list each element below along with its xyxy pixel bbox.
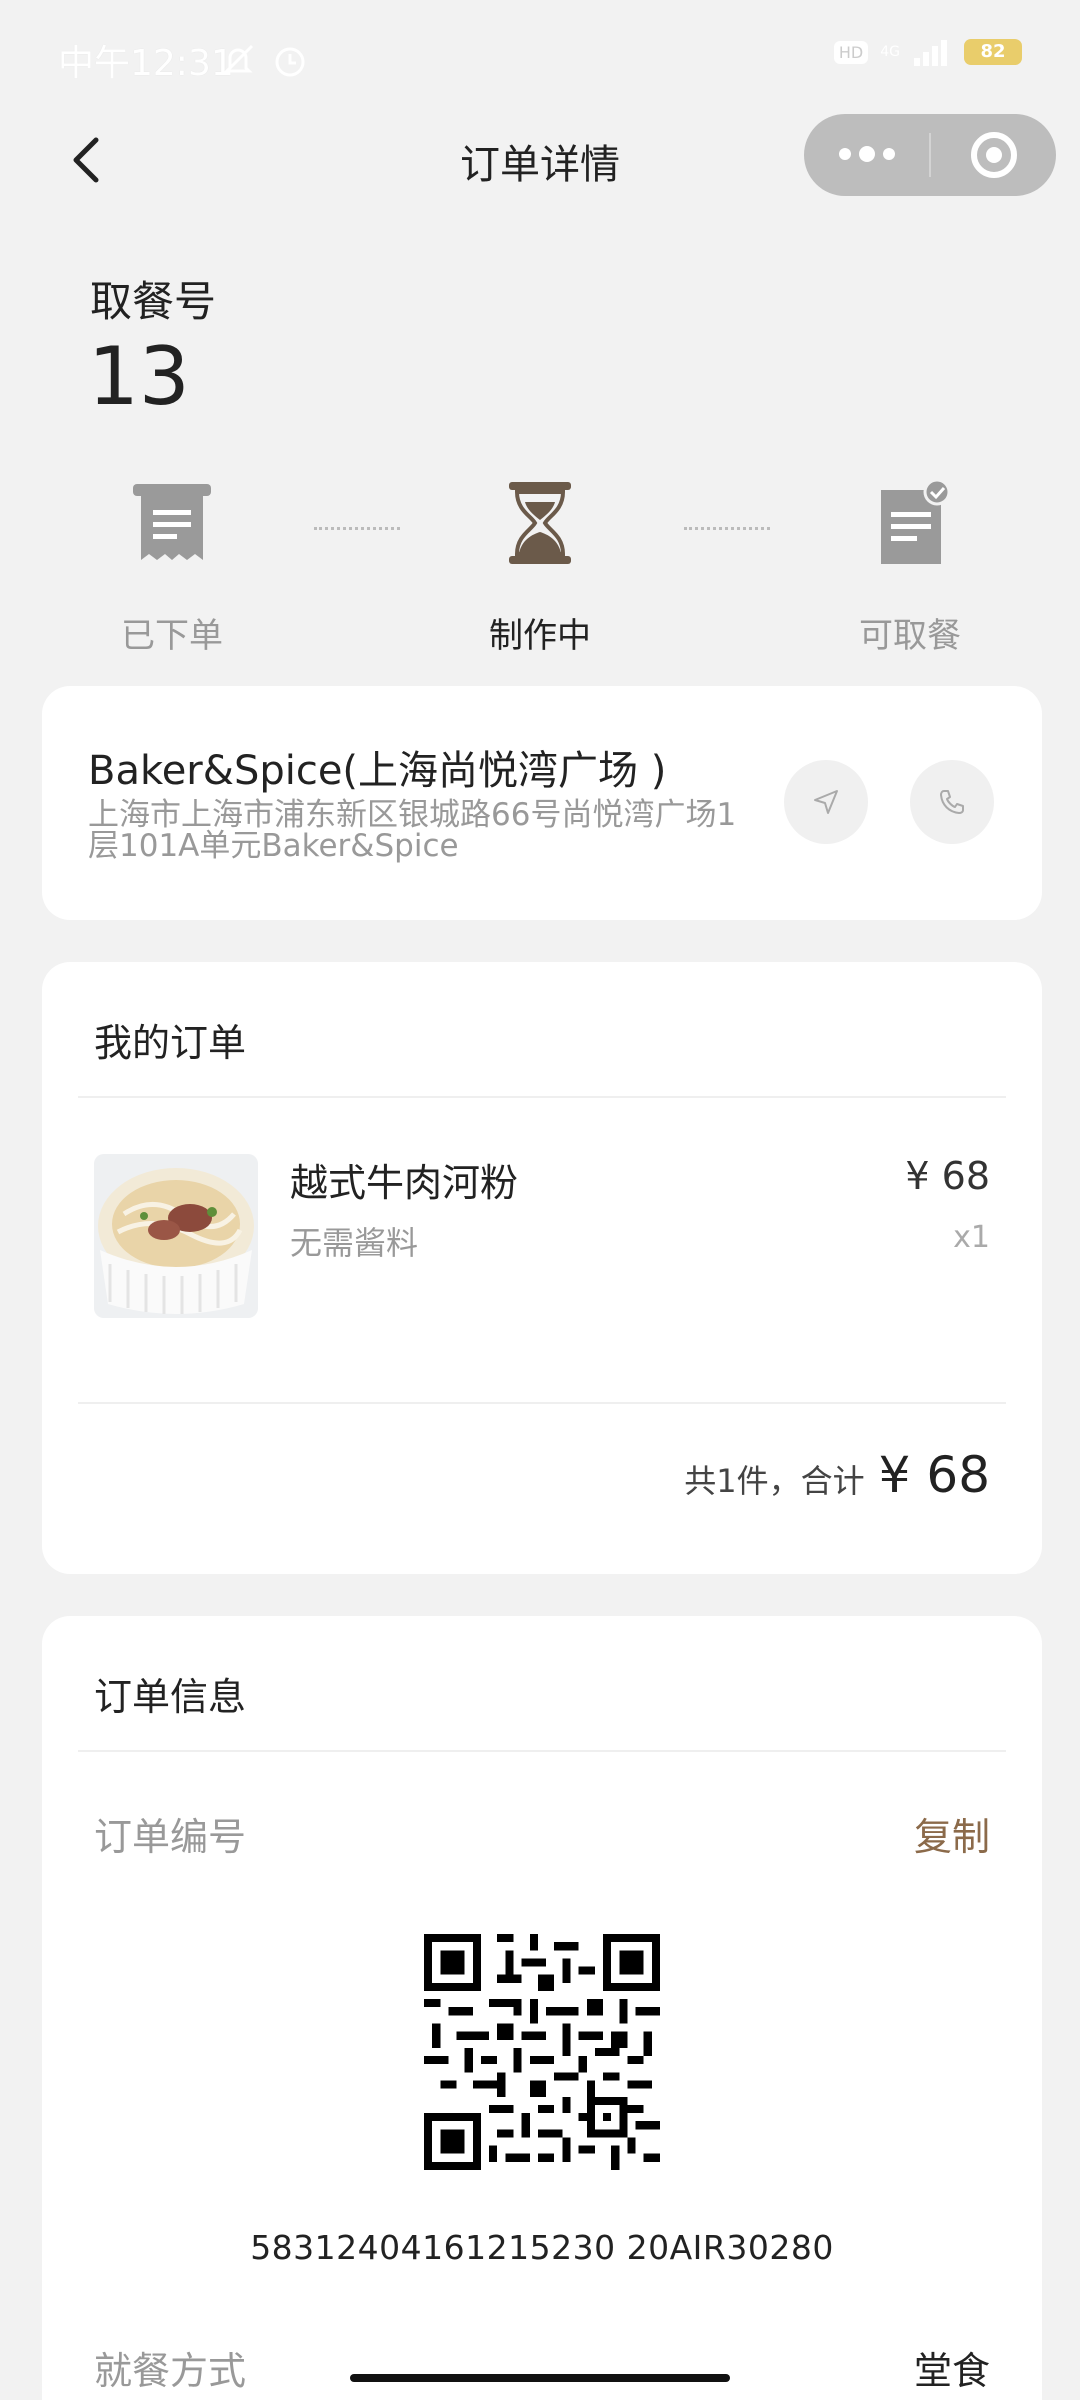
pickup-number: 13 (88, 330, 190, 423)
step-connector (314, 527, 400, 530)
step-connector (684, 527, 770, 530)
store-name: Baker&Spice(上海尚悦湾广场 ) (88, 748, 667, 794)
order-info-title: 订单信息 (94, 1675, 247, 1719)
status-right: HD 4G 82 (833, 38, 1022, 66)
signal-icon (914, 40, 947, 66)
step-label: 制作中 (489, 616, 591, 656)
target-icon (970, 132, 1017, 178)
miniprogram-capsule (804, 114, 1056, 196)
battery-icon: 82 (964, 39, 1022, 65)
divider (78, 1750, 1006, 1752)
dining-mode-label: 就餐方式 (94, 2349, 247, 2393)
status-time: 中午12:31 (58, 43, 234, 84)
store-card: Baker&Spice(上海尚悦湾广场 ) 上海市上海市浦东新区银城路66号尚悦… (42, 686, 1042, 920)
my-order-card: 我的订单 越式牛肉河粉 无需酱料 ¥ 68 x1 共1件，合计 ¥ 68 (42, 962, 1042, 1574)
hd-badge: HD (833, 40, 869, 64)
total-value: ¥ 68 (878, 1446, 990, 1504)
nav-bar: 订单详情 (0, 110, 1080, 210)
close-miniprogram-button[interactable] (931, 114, 1056, 196)
dish-option: 无需酱料 (290, 1224, 419, 1262)
divider (78, 1402, 1006, 1404)
more-dots-icon (838, 146, 895, 162)
phone-icon (940, 790, 964, 814)
dining-mode-value: 堂食 (913, 2349, 990, 2393)
network-type: 4G (880, 44, 900, 60)
navigate-button[interactable] (784, 760, 868, 844)
step-label: 已下单 (121, 616, 223, 656)
dish-price: ¥ 68 (905, 1154, 990, 1198)
home-indicator[interactable] (350, 2374, 730, 2382)
step-preparing: 制作中 (440, 478, 640, 657)
dish-name: 越式牛肉河粉 (290, 1161, 519, 1205)
order-number-label: 订单编号 (94, 1815, 247, 1859)
total-label: 共1件，合计 (684, 1462, 865, 1500)
store-address: 上海市上海市浦东新区银城路66号尚悦湾广场1层101A单元Baker&Spice (88, 797, 737, 864)
status-bar: 中午12:31 HD 4G 82 (0, 0, 1080, 110)
more-button[interactable] (804, 114, 929, 196)
dish-image (94, 1154, 258, 1318)
mute-icon (222, 44, 254, 76)
order-qr-code (424, 1934, 660, 2170)
ready-document-icon (881, 478, 951, 564)
dish-quantity: x1 (953, 1220, 990, 1255)
step-label: 可取餐 (859, 616, 961, 656)
navigation-arrow-icon (814, 790, 838, 814)
step-ready: 可取餐 (810, 478, 1010, 657)
my-order-title: 我的订单 (94, 1021, 247, 1065)
copy-button[interactable]: 复制 (914, 1806, 990, 1861)
hourglass-icon (509, 482, 571, 564)
order-total: 共1件，合计 ¥ 68 (684, 1446, 990, 1504)
order-info-card: 订单信息 订单编号 复制 58312404161215230 20AIR3028… (42, 1616, 1042, 2400)
step-ordered: 已下单 (72, 478, 272, 657)
alarm-icon (275, 47, 305, 77)
pickup-label: 取餐号 (90, 277, 217, 326)
divider (78, 1096, 1006, 1098)
noodle-bowl-image (94, 1154, 258, 1318)
order-number: 58312404161215230 20AIR30280 (250, 2228, 834, 2267)
receipt-icon (133, 484, 211, 560)
call-button[interactable] (910, 760, 994, 844)
